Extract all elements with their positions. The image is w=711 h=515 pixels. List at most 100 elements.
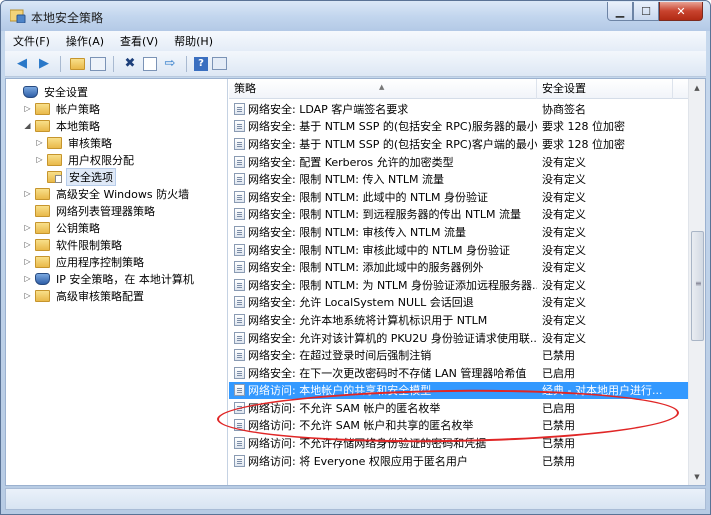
policy-icon bbox=[234, 243, 245, 256]
close-icon: ✕ bbox=[676, 4, 686, 18]
tree-item[interactable]: ◢ 本地策略 bbox=[6, 117, 227, 134]
delete-icon[interactable]: ✖ bbox=[121, 55, 139, 73]
status-bar bbox=[5, 488, 706, 510]
policy-cell: 网络安全: 限制 NTLM: 审核此域中的 NTLM 身份验证 bbox=[229, 242, 537, 258]
table-row[interactable]: 网络访问: 不允许 SAM 帐户的匿名枚举 已启用 bbox=[229, 399, 688, 417]
security-setting-cell: 要求 128 位加密 bbox=[542, 137, 625, 151]
table-row[interactable]: 网络访问: 不允许 SAM 帐户和共享的匿名枚举 已禁用 bbox=[229, 417, 688, 435]
policy-icon bbox=[234, 155, 245, 168]
expand-toggle-icon[interactable]: ▷ bbox=[22, 257, 33, 266]
maximize-button[interactable]: ☐ bbox=[633, 2, 659, 21]
policy-icon bbox=[234, 419, 245, 432]
list-rows: 网络安全: LDAP 客户端签名要求 协商签名 网络安全: 基于 NTLM SSP … bbox=[229, 100, 688, 485]
tree-item[interactable]: ▷ 审核策略 bbox=[6, 134, 227, 151]
tree-item-label: 应用程序控制策略 bbox=[56, 255, 144, 269]
help-icon[interactable]: ? bbox=[194, 56, 208, 71]
tree-item[interactable]: 安全设置 bbox=[6, 83, 227, 100]
folder-icon bbox=[69, 57, 85, 70]
minimize-button[interactable]: ▁ bbox=[607, 2, 633, 21]
policy-icon bbox=[234, 137, 245, 150]
expand-toggle-icon[interactable]: ▷ bbox=[22, 223, 33, 232]
expand-toggle-icon[interactable]: ▷ bbox=[22, 274, 33, 283]
table-row[interactable]: 网络安全: 允许 LocalSystem NULL 会话回退 没有定义 bbox=[229, 294, 688, 312]
tree-item[interactable]: ▷ 高级审核策略配置 bbox=[6, 287, 227, 304]
folder-icon bbox=[35, 255, 50, 268]
table-row[interactable]: 网络安全: 允许对该计算机的 PKU2U 身份验证请求使用联... 没有定义 bbox=[229, 329, 688, 347]
security-setting-cell: 没有定义 bbox=[542, 208, 586, 222]
table-row[interactable]: 网络安全: 在超过登录时间后强制注销 已禁用 bbox=[229, 346, 688, 364]
tree-item-label: IP 安全策略，在 本地计算机 bbox=[56, 272, 194, 286]
folder-icon bbox=[35, 119, 50, 132]
table-row[interactable]: 网络访问: 不允许存储网络身份验证的密码和凭据 已禁用 bbox=[229, 434, 688, 452]
table-row[interactable]: 网络安全: 限制 NTLM: 添加此域中的服务器例外 没有定义 bbox=[229, 258, 688, 276]
tree-item[interactable]: ▷ IP 安全策略，在 本地计算机 bbox=[6, 270, 227, 287]
scroll-up-icon[interactable]: ▲ bbox=[689, 79, 705, 96]
table-row[interactable]: 网络安全: 限制 NTLM: 此域中的 NTLM 身份验证 没有定义 bbox=[229, 188, 688, 206]
security-setting-cell: 已禁用 bbox=[542, 454, 575, 468]
tree-item[interactable]: 网络列表管理器策略 bbox=[6, 202, 227, 219]
expand-toggle-icon[interactable]: ▷ bbox=[22, 291, 33, 300]
table-row[interactable]: 网络安全: 配置 Kerberos 允许的加密类型 没有定义 bbox=[229, 153, 688, 171]
expand-toggle-icon[interactable]: ▷ bbox=[22, 104, 33, 113]
expand-toggle-icon[interactable]: ▷ bbox=[34, 138, 45, 147]
table-row[interactable]: 网络安全: 基于 NTLM SSP 的(包括安全 RPC)客户端的最小... 要求… bbox=[229, 135, 688, 153]
up-folder-icon[interactable] bbox=[68, 55, 86, 73]
security-setting-cell: 没有定义 bbox=[542, 331, 586, 345]
folder-icon bbox=[35, 238, 50, 251]
local-security-policy-window: 本地安全策略 ▁ ☐ ✕ 文件(F) 操作(A) 查看(V) 帮助(H) ◀ ▶… bbox=[0, 0, 711, 515]
tree-item[interactable]: ▷ 软件限制策略 bbox=[6, 236, 227, 253]
menu-file[interactable]: 文件(F) bbox=[13, 33, 50, 49]
security-setting-cell: 经典 - 对本地用户进行... bbox=[542, 384, 663, 398]
tree-item[interactable]: ▷ 应用程序控制策略 bbox=[6, 253, 227, 270]
policy-cell: 网络安全: 限制 NTLM: 到远程服务器的传出 NTLM 流量 bbox=[229, 206, 537, 222]
table-row[interactable]: 网络访问: 将 Everyone 权限应用于匿名用户 已禁用 bbox=[229, 452, 688, 470]
table-row[interactable]: 网络访问: 本地帐户的共享和安全模型 经典 - 对本地用户进行... bbox=[229, 381, 688, 400]
table-row[interactable]: 网络安全: 限制 NTLM: 审核传入 NTLM 流量 没有定义 bbox=[229, 223, 688, 241]
menu-help[interactable]: 帮助(H) bbox=[174, 33, 213, 49]
policy-icon bbox=[234, 454, 245, 467]
shield-icon bbox=[35, 272, 50, 285]
table-row[interactable]: 网络安全: 限制 NTLM: 为 NTLM 身份验证添加远程服务器... 没有定义 bbox=[229, 276, 688, 294]
tree-item[interactable]: ▷ 用户权限分配 bbox=[6, 151, 227, 168]
policy-name: 网络安全: 在超过登录时间后强制注销 bbox=[248, 349, 432, 363]
table-row[interactable]: 网络安全: 限制 NTLM: 到远程服务器的传出 NTLM 流量 没有定义 bbox=[229, 206, 688, 224]
policy-name: 网络安全: 允许对该计算机的 PKU2U 身份验证请求使用联... bbox=[248, 331, 537, 345]
vertical-scrollbar[interactable]: ▲ ▼ bbox=[688, 79, 705, 485]
table-row[interactable]: 网络安全: 允许本地系统将计算机标识用于 NTLM 没有定义 bbox=[229, 311, 688, 329]
table-row[interactable]: 网络安全: LDAP 客户端签名要求 协商签名 bbox=[229, 100, 688, 118]
show-hide-tree-icon[interactable] bbox=[90, 56, 106, 71]
tree-item-label: 公钥策略 bbox=[56, 221, 100, 235]
tree-item[interactable]: ▷ 公钥策略 bbox=[6, 219, 227, 236]
expand-toggle-icon[interactable]: ▷ bbox=[22, 189, 33, 198]
scroll-down-icon[interactable]: ▼ bbox=[689, 468, 705, 485]
menu-action[interactable]: 操作(A) bbox=[66, 33, 104, 49]
table-row[interactable]: 网络安全: 在下一次更改密码时不存储 LAN 管理器哈希值 已启用 bbox=[229, 364, 688, 382]
expand-toggle-icon[interactable]: ▷ bbox=[22, 240, 33, 249]
console-icon[interactable] bbox=[212, 57, 227, 70]
tree-item[interactable]: 安全选项 bbox=[6, 167, 227, 186]
expand-toggle-icon[interactable]: ▷ bbox=[34, 155, 45, 164]
forward-arrow-icon[interactable]: ▶ bbox=[35, 55, 53, 73]
security-setting-cell: 已禁用 bbox=[542, 349, 575, 363]
close-button[interactable]: ✕ bbox=[659, 2, 703, 21]
back-arrow-icon[interactable]: ◀ bbox=[13, 55, 31, 73]
export-icon[interactable]: ⇨ bbox=[161, 55, 179, 73]
table-row[interactable]: 网络安全: 基于 NTLM SSP 的(包括安全 RPC)服务器的最小... 要求… bbox=[229, 118, 688, 136]
table-row[interactable]: 网络安全: 限制 NTLM: 传入 NTLM 流量 没有定义 bbox=[229, 170, 688, 188]
policy-name: 网络访问: 不允许存储网络身份验证的密码和凭据 bbox=[248, 437, 487, 451]
table-row[interactable]: 网络安全: 限制 NTLM: 审核此域中的 NTLM 身份验证 没有定义 bbox=[229, 241, 688, 259]
policy-name: 网络安全: 限制 NTLM: 审核传入 NTLM 流量 bbox=[248, 225, 467, 239]
security-setting-cell: 已禁用 bbox=[542, 419, 575, 433]
toolbar-separator bbox=[60, 55, 61, 72]
menu-view[interactable]: 查看(V) bbox=[120, 33, 158, 49]
tree-item[interactable]: ▷ 高级安全 Windows 防火墙 bbox=[6, 185, 227, 202]
policy-cell: 网络安全: 配置 Kerberos 允许的加密类型 bbox=[229, 154, 537, 170]
policy-name: 网络安全: 在下一次更改密码时不存储 LAN 管理器哈希值 bbox=[248, 366, 527, 380]
expand-toggle-icon[interactable]: ◢ bbox=[22, 121, 33, 130]
column-header-setting[interactable]: 安全设置 bbox=[537, 79, 673, 99]
tree-item[interactable]: ▷ 帐户策略 bbox=[6, 100, 227, 117]
title-bar[interactable]: 本地安全策略 ▁ ☐ ✕ bbox=[1, 1, 710, 31]
properties-icon[interactable] bbox=[143, 56, 157, 71]
column-header-policy[interactable]: 策略 ▲ bbox=[229, 79, 537, 99]
scroll-thumb[interactable] bbox=[691, 231, 704, 341]
